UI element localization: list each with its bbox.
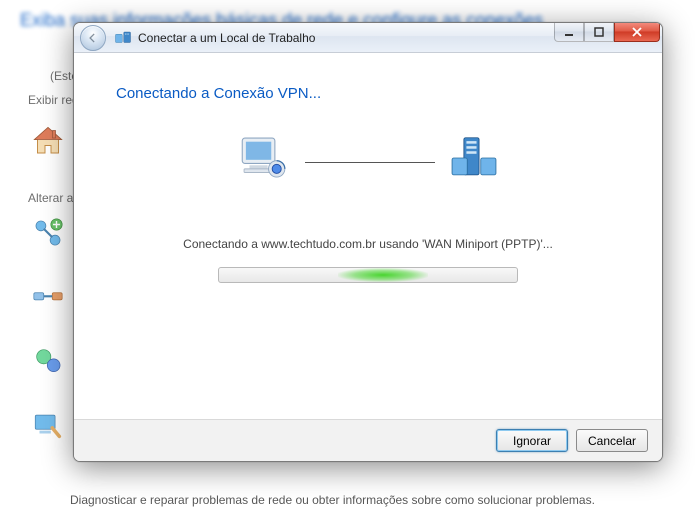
titlebar: Conectar a um Local de Trabalho xyxy=(74,23,662,53)
connection-line xyxy=(305,162,435,163)
maximize-icon xyxy=(594,27,604,37)
cancel-button[interactable]: Cancelar xyxy=(576,429,648,452)
house-icon xyxy=(30,123,66,159)
dialog-content: Conectando a Conexão VPN... xyxy=(74,53,662,419)
close-button[interactable] xyxy=(614,22,660,42)
server-icon xyxy=(447,132,501,189)
minimize-icon xyxy=(564,27,574,37)
maximize-button[interactable] xyxy=(584,22,614,42)
dialog-title: Conectar a um Local de Trabalho xyxy=(138,31,315,45)
progress-marquee xyxy=(338,268,428,282)
dialog-heading: Conectando a Conexão VPN... xyxy=(116,85,622,102)
skip-button[interactable]: Ignorar xyxy=(496,429,568,452)
close-icon xyxy=(631,27,643,37)
troubleshoot-icon xyxy=(30,407,66,443)
connect-workplace-dialog: Conectar a um Local de Trabalho Conectan… xyxy=(73,22,663,462)
connection-graphic xyxy=(114,132,622,189)
computer-icon xyxy=(235,132,293,189)
back-button[interactable] xyxy=(80,25,106,51)
vpn-connect-icon xyxy=(30,279,66,315)
progress-bar xyxy=(218,267,518,283)
dialog-footer: Ignorar Cancelar xyxy=(74,419,662,461)
workplace-icon xyxy=(114,29,132,47)
minimize-button[interactable] xyxy=(554,22,584,42)
window-controls xyxy=(554,22,660,42)
arrow-left-icon xyxy=(86,31,100,45)
network-add-icon xyxy=(30,215,66,251)
homegroup-icon xyxy=(30,343,66,379)
bg-footer-text: Diagnosticar e reparar problemas de rede… xyxy=(70,493,650,509)
status-text: Conectando a www.techtudo.com.br usando … xyxy=(114,235,622,253)
